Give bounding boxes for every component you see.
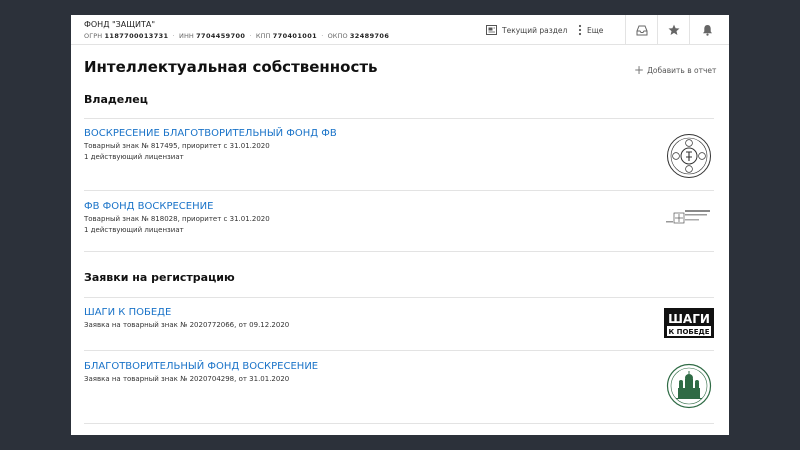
application-item: ШАГИ К ПОБЕДЕ Заявка на товарный знак № …: [84, 307, 714, 329]
divider: [84, 118, 714, 119]
toolbar-divider: [689, 15, 690, 45]
trademark-detail: Товарный знак № 817495, приоритет с 31.0…: [84, 142, 270, 150]
text-wordmark-logo: [666, 210, 710, 224]
okpo-label: ОКПО: [327, 32, 348, 40]
inn-label: ИНН: [178, 32, 194, 40]
trademark-name-link[interactable]: ВОСКРЕСЕНИЕ БЛАГОТВОРИТЕЛЬНЫЙ ФОНД ФВ: [84, 128, 714, 139]
trademark-name-link[interactable]: ФВ ФОНД ВОСКРЕСЕНИЕ: [84, 201, 714, 212]
ogrn-value: 1187700013731: [104, 32, 169, 40]
add-to-report-label: Добавить в отчет: [647, 65, 717, 75]
svg-text:К ПОБЕДЕ: К ПОБЕДЕ: [668, 328, 709, 336]
divider: [84, 423, 714, 424]
okpo-value: 32489706: [349, 32, 390, 40]
circular-seal-logo: [667, 134, 711, 178]
toolbar-divider: [625, 15, 626, 45]
bell-icon[interactable]: [699, 22, 715, 38]
current-section-button[interactable]: Текущий раздел: [486, 22, 567, 38]
kpp-label: КПП: [255, 32, 271, 40]
company-header: ФОНД "ЗАЩИТА" ОГРН 1187700013731 · ИНН 7…: [71, 15, 729, 45]
divider: [84, 251, 714, 252]
current-section-label: Текущий раздел: [502, 25, 568, 35]
plus-icon: +: [634, 63, 645, 77]
divider: [84, 297, 714, 298]
application-name-link[interactable]: ШАГИ К ПОБЕДЕ: [84, 307, 714, 318]
application-item: БЛАГОТВОРИТЕЛЬНЫЙ ФОНД ВОСКРЕСЕНИЕ Заявк…: [84, 361, 714, 383]
add-to-report-button[interactable]: + Добавить в отчет: [634, 64, 716, 76]
inn-value: 7704459700: [196, 32, 246, 40]
cathedral-seal-logo: [666, 363, 712, 409]
trademark-item: ВОСКРЕСЕНИЕ БЛАГОТВОРИТЕЛЬНЫЙ ФОНД ФВ То…: [84, 128, 714, 161]
star-icon[interactable]: [666, 22, 682, 38]
more-button[interactable]: Еще: [577, 22, 603, 38]
company-codes: ОГРН 1187700013731 · ИНН 7704459700 · КП…: [84, 32, 390, 40]
trademark-licensees: 1 действующий лицензиат: [84, 153, 184, 161]
main-panel: ФОНД "ЗАЩИТА" ОГРН 1187700013731 · ИНН 7…: [71, 15, 729, 435]
trademark-licensees: 1 действующий лицензиат: [84, 226, 184, 234]
page-title: Интеллектуальная собственность: [84, 58, 378, 76]
svg-text:ШАГИ: ШАГИ: [668, 312, 710, 326]
company-name: ФОНД "ЗАЩИТА": [84, 20, 156, 29]
divider: [84, 190, 714, 191]
more-label: Еще: [587, 25, 604, 35]
application-detail: Заявка на товарный знак № 2020772066, от…: [84, 321, 290, 329]
inbox-icon[interactable]: [634, 22, 650, 38]
application-detail: Заявка на товарный знак № 2020704298, от…: [84, 375, 290, 383]
owner-section-title: Владелец: [84, 93, 148, 106]
applications-section-title: Заявки на регистрацию: [84, 271, 235, 284]
document-icon: [486, 25, 497, 35]
divider: [84, 350, 714, 351]
application-name-link[interactable]: БЛАГОТВОРИТЕЛЬНЫЙ ФОНД ВОСКРЕСЕНИЕ: [84, 361, 714, 372]
toolbar-divider: [657, 15, 658, 45]
black-box-logo: ШАГИ К ПОБЕДЕ: [664, 308, 714, 338]
ogrn-label: ОГРН: [84, 32, 103, 40]
kpp-value: 770401001: [272, 32, 318, 40]
trademark-item: ФВ ФОНД ВОСКРЕСЕНИЕ Товарный знак № 8180…: [84, 201, 714, 234]
more-vertical-icon: [578, 24, 582, 36]
trademark-detail: Товарный знак № 818028, приоритет с 31.0…: [84, 215, 270, 223]
